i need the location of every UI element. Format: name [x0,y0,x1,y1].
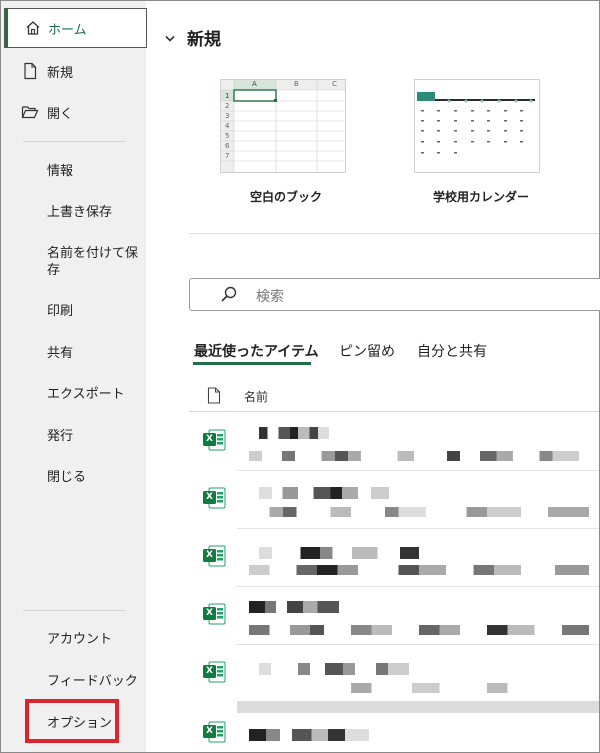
active-tab-underline [193,362,311,365]
tab-recent[interactable]: 最近使ったアイテム [194,341,319,361]
row-header: 3 [225,112,230,120]
sidebar-item-save[interactable]: 上書き保存 [47,204,139,221]
sidebar-item-feedback[interactable]: フィードバック [47,673,139,690]
template-school-calendar[interactable] [414,79,540,173]
row-header: 1 [225,92,230,100]
sidebar-item-home-label: ホーム [48,22,87,38]
tab-pinned[interactable]: ピン留め [339,341,395,361]
home-icon [24,19,42,37]
sidebar-item-new-label: 新規 [47,65,74,81]
file-path-redacted [249,451,579,461]
excel-file-icon: X [201,659,227,685]
column-header-a: A [252,80,257,88]
row-header: 5 [225,132,230,140]
section-header-new[interactable]: 新規 [165,25,221,50]
row-header: 4 [225,122,230,130]
row-header: 6 [225,142,230,150]
list-item[interactable]: X [189,645,599,703]
blank-sheet-thumbnail [221,80,345,172]
list-item[interactable]: X [189,471,599,529]
search-icon [220,285,238,307]
search-placeholder: 検索 [256,289,284,305]
file-name-redacted [259,547,419,559]
chevron-down-icon[interactable] [165,28,175,47]
folder-open-icon [21,103,39,121]
sidebar-item-open[interactable]: 開く [1,94,146,130]
horizontal-scrollbar[interactable] [237,701,599,713]
template-blank-workbook[interactable]: A B C 1 2 3 4 5 6 7 [220,79,346,173]
section-divider [189,233,599,234]
selected-accent-bar [5,9,8,47]
row-header: 7 [225,152,230,160]
column-header-c: C [332,80,337,88]
template-school-calendar-label: 学校用カレンダー [433,190,530,204]
sidebar-item-print[interactable]: 印刷 [47,303,139,320]
sidebar-divider [23,610,126,611]
file-name-redacted [259,427,329,439]
sidebar-item-home[interactable]: ホーム [4,8,147,48]
sidebar-item-info[interactable]: 情報 [47,163,139,180]
column-header-name[interactable]: 名前 [244,388,268,405]
backstage-sidebar: ホーム 新規 開く 情報 上書き保存 名前を付けて保存 印刷 共有 エクスポート… [1,1,147,752]
file-list-header: 名前 [189,382,599,412]
sidebar-divider [23,141,126,142]
excel-letter: X [206,550,213,560]
list-item[interactable]: X [189,413,599,471]
row-header: 2 [225,102,230,110]
search-input[interactable]: 検索 [189,278,600,311]
sidebar-item-account[interactable]: アカウント [47,631,139,648]
file-name-redacted [249,729,369,741]
sidebar-item-open-label: 開く [47,106,74,122]
sidebar-item-publish[interactable]: 発行 [47,428,139,445]
excel-letter: X [206,608,213,618]
backstage-main: 新規 A B C 1 2 3 4 5 6 7 空白のブック 学校用カレンダー 検… [147,1,600,753]
excel-file-icon: X [201,719,227,745]
sidebar-item-export[interactable]: エクスポート [47,386,139,403]
excel-file-icon: X [201,601,227,627]
document-icon [207,387,221,408]
file-name-redacted [259,663,409,675]
excel-letter: X [206,666,213,676]
sidebar-item-new[interactable]: 新規 [1,53,146,89]
section-title: 新規 [187,30,221,50]
calendar-thumbnail [415,80,539,172]
list-item[interactable]: X [189,587,599,645]
options-highlight-box [25,699,119,743]
excel-file-icon: X [201,485,227,511]
file-name-redacted [259,487,389,499]
excel-file-icon: X [201,543,227,569]
file-path-redacted [249,683,589,693]
column-header-b: B [294,80,299,88]
list-item[interactable]: X [189,529,599,587]
sidebar-item-close[interactable]: 閉じる [47,469,139,486]
new-document-icon [21,62,39,80]
file-path-redacted [249,565,589,575]
excel-letter: X [206,726,213,736]
excel-letter: X [206,492,213,502]
file-path-redacted [249,625,589,635]
sidebar-item-save-as[interactable]: 名前を付けて保存 [47,245,139,279]
excel-letter: X [206,434,213,444]
sidebar-item-share[interactable]: 共有 [47,345,139,362]
template-blank-workbook-label: 空白のブック [250,190,323,204]
file-name-redacted [249,601,339,613]
file-path-redacted [249,507,589,517]
excel-file-icon: X [201,427,227,453]
tab-shared-with-me[interactable]: 自分と共有 [417,341,487,361]
list-item[interactable]: X [189,713,599,753]
